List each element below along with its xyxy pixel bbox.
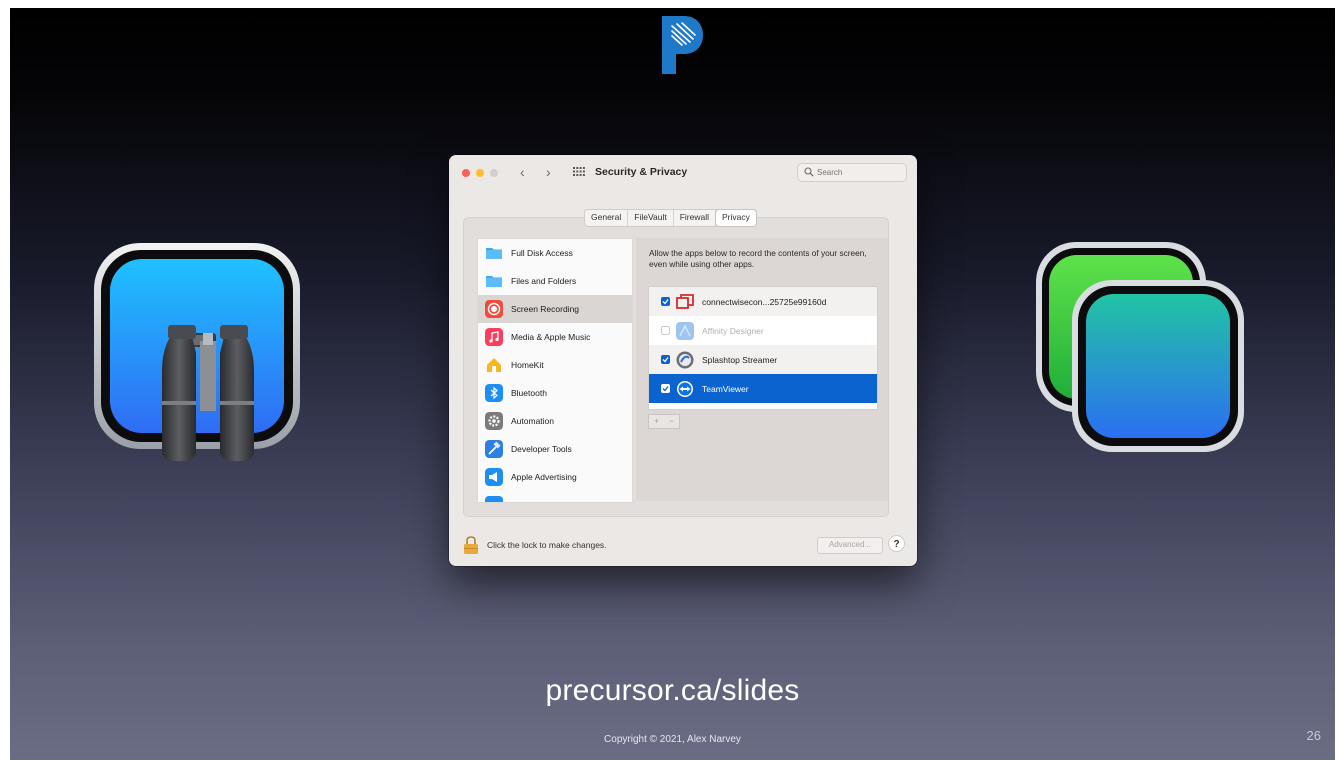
screen-sharing-app-icon (1036, 242, 1244, 452)
app-row-connectwise[interactable]: connectwisecon...25725e99160d (649, 287, 877, 316)
sidebar-item-apple-advertising[interactable]: Apple Advertising (478, 463, 632, 491)
security-privacy-window: ‹ › Security & Privacy General (449, 155, 917, 566)
tab-privacy[interactable]: Privacy (715, 210, 756, 226)
hammer-icon (485, 440, 503, 458)
search-icon (804, 167, 814, 177)
sidebar-item-label: Bluetooth (511, 388, 547, 398)
tab-filevault[interactable]: FileVault (628, 210, 674, 226)
sidebar-item-developer-tools[interactable]: Developer Tools (478, 435, 632, 463)
teamviewer-icon (677, 380, 693, 397)
sidebar-item-label: Apple Advertising (511, 472, 577, 482)
sidebar-item-label: HomeKit (511, 360, 544, 370)
app-row-teamviewer[interactable]: TeamViewer (649, 374, 877, 403)
bluetooth-icon (485, 384, 503, 402)
app-label: TeamViewer (702, 383, 749, 394)
tab-general[interactable]: General (585, 210, 629, 226)
title-bar: ‹ › Security & Privacy (449, 155, 917, 191)
permission-description: Allow the apps below to record the conte… (649, 248, 867, 269)
slide: ‹ › Security & Privacy General (10, 8, 1335, 760)
sidebar-item-automation[interactable]: Automation (478, 407, 632, 435)
home-icon (487, 358, 501, 372)
sidebar-item-files-and-folders[interactable]: Files and Folders (478, 267, 632, 295)
sidebar-item-screen-recording[interactable]: Screen Recording (478, 295, 632, 323)
sidebar-item-media-apple-music[interactable]: Media & Apple Music (478, 323, 632, 351)
close-window-button[interactable] (462, 169, 470, 177)
megaphone-icon (485, 468, 503, 486)
app-icon (485, 496, 503, 502)
minimize-window-button[interactable] (476, 169, 484, 177)
lock-row: Click the lock to make changes. (463, 535, 607, 555)
connectwise-icon (676, 293, 694, 309)
app-label: connectwisecon...25725e99160d (702, 296, 827, 307)
gear-icon (485, 412, 503, 430)
back-button[interactable]: ‹ (520, 164, 525, 180)
sidebar-item-label: Automation (511, 416, 554, 426)
sidebar-item-homekit[interactable]: HomeKit (478, 351, 632, 379)
advanced-button[interactable]: Advanced... (817, 537, 883, 554)
window-title: Security & Privacy (595, 166, 688, 178)
app-row-splashtop-streamer[interactable]: Splashtop Streamer (649, 345, 877, 374)
sidebar-item-label: Developer Tools (511, 444, 572, 454)
slide-url: precursor.ca/slides (545, 674, 800, 707)
sidebar-item-label: Media & Apple Music (511, 332, 591, 342)
app-row-affinity-designer: Affinity Designer (649, 316, 877, 345)
affinity-designer-icon (676, 321, 694, 340)
lock-hint-text: Click the lock to make changes. (487, 540, 607, 550)
add-app-button[interactable]: + (649, 415, 664, 428)
lock-icon[interactable] (463, 535, 479, 555)
sidebar-item-bluetooth[interactable]: Bluetooth (478, 379, 632, 407)
music-icon (485, 328, 503, 346)
screen-recording-icon (485, 300, 503, 318)
privacy-category-list: Full Disk Access Files and Folders Scree… (477, 238, 633, 503)
remove-app-button[interactable]: − (664, 415, 679, 428)
splashtop-icon (676, 351, 694, 368)
screen-recording-pane: Allow the apps below to record the conte… (636, 238, 888, 501)
app-label: Affinity Designer (702, 325, 764, 336)
sidebar-item-label: Screen Recording (511, 304, 580, 314)
precursor-logo (662, 16, 703, 74)
page-number: 26 (1306, 728, 1321, 743)
app-label: Splashtop Streamer (702, 354, 778, 365)
tab-firewall[interactable]: Firewall (674, 210, 716, 226)
folder-icon (486, 276, 502, 287)
app-checkbox[interactable] (661, 355, 670, 364)
forward-button[interactable]: › (546, 164, 551, 180)
add-remove-control: + − (648, 414, 680, 429)
search-field[interactable] (797, 163, 907, 182)
app-checkbox (661, 326, 670, 335)
app-permission-list: connectwisecon...25725e99160d Affinity D… (648, 286, 878, 410)
zoom-window-button[interactable] (490, 169, 498, 177)
folder-icon (486, 248, 502, 259)
sidebar-item-label: Full Disk Access (511, 248, 573, 258)
binoculars-app-icon (94, 243, 300, 461)
help-button[interactable]: ? (888, 535, 905, 552)
app-checkbox[interactable] (661, 297, 670, 306)
sidebar-item-full-disk-access[interactable]: Full Disk Access (478, 239, 632, 267)
sidebar-item-partial[interactable] (478, 491, 632, 502)
search-input[interactable] (817, 166, 901, 179)
tab-bar: General FileVault Firewall Privacy (584, 209, 757, 227)
sidebar-item-label: Files and Folders (511, 276, 577, 286)
app-checkbox[interactable] (661, 384, 670, 393)
copyright-text: Copyright © 2021, Alex Narvey (604, 734, 741, 745)
show-all-grid-icon[interactable] (573, 167, 585, 176)
